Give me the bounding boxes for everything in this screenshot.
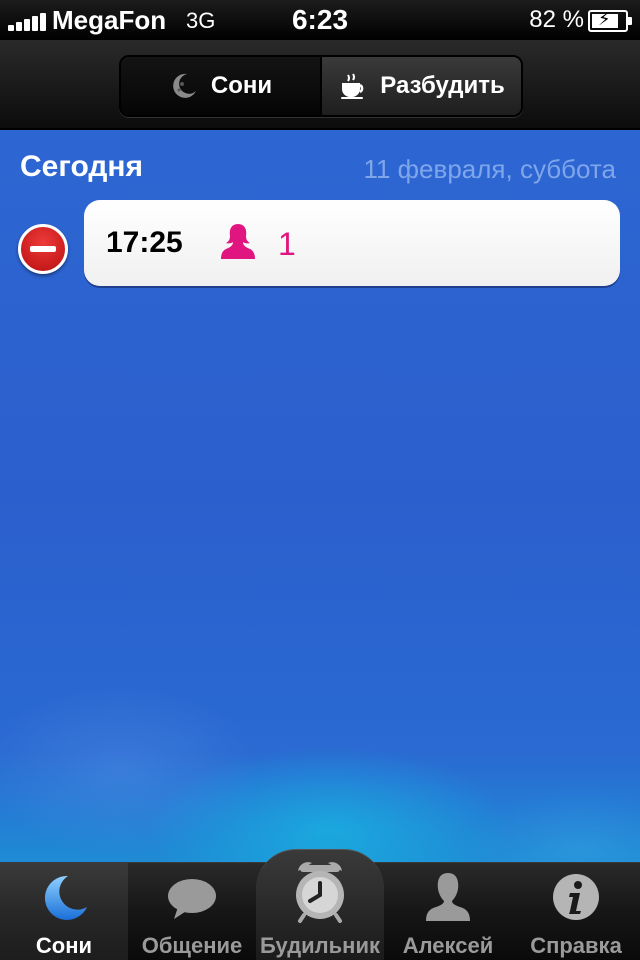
tab-budilnik[interactable]: Будильник — [256, 862, 384, 960]
segment-soni[interactable]: Сони — [121, 57, 322, 115]
person-icon — [221, 224, 255, 259]
status-bar: MegaFon 3G 6:23 82 % ⚡ — [0, 0, 640, 40]
battery-percent: 82 % — [529, 6, 584, 33]
battery-icon: ⚡ — [588, 9, 632, 32]
info-icon — [553, 874, 599, 920]
screen: MegaFon 3G 6:23 82 % ⚡ Сони Разбудить Се… — [0, 0, 640, 960]
tab-soni-label: Сони — [35, 933, 93, 958]
tab-bar: Сони Общение Будильник Алексей Справка — [0, 849, 640, 960]
alarm-list-area: Сегодня 11 февраля, суббота 17:25 1 — [0, 130, 640, 862]
user-icon — [426, 873, 470, 921]
alarm-clock-icon — [296, 862, 344, 923]
alarm-count: 1 — [278, 226, 296, 262]
segment-razbudit-label: Разбудить — [380, 72, 505, 99]
tab-aleksey[interactable]: Алексей — [384, 863, 512, 960]
tab-obshchenie[interactable]: Общение — [128, 863, 256, 960]
alarm-time: 17:25 — [106, 226, 183, 259]
mode-segmented-control: Сони Разбудить — [119, 55, 523, 117]
minus-icon — [30, 246, 56, 252]
section-date: 11 февраля, суббота — [363, 154, 616, 184]
alarm-row[interactable]: 17:25 1 — [84, 200, 620, 286]
segment-razbudit[interactable]: Разбудить — [322, 57, 521, 115]
delete-alarm-button[interactable] — [18, 224, 68, 274]
section-title: Сегодня — [20, 150, 144, 183]
tab-soni[interactable]: Сони — [0, 863, 128, 960]
navigation-bar: Сони Разбудить — [0, 40, 640, 130]
tab-spravka-label: Справка — [530, 933, 622, 958]
tab-obshchenie-label: Общение — [141, 933, 243, 958]
speech-bubble-icon — [168, 879, 216, 919]
tab-aleksey-label: Алексей — [402, 933, 494, 958]
moon-icon — [44, 875, 87, 920]
tab-budilnik-label: Будильник — [259, 933, 381, 958]
tab-spravka[interactable]: Справка — [512, 863, 640, 960]
segment-soni-label: Сони — [210, 72, 273, 99]
moon-icon — [173, 73, 196, 98]
coffee-cup-icon — [341, 73, 364, 99]
